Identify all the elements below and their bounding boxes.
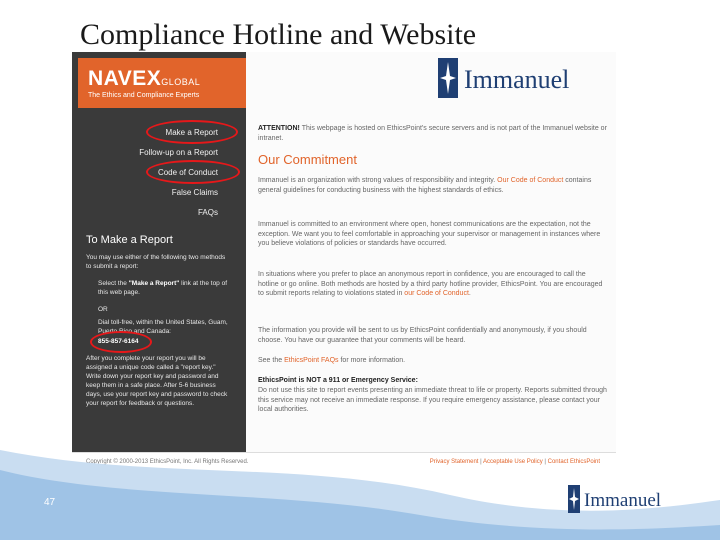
immanuel-logo-text-bottom: Immanuel	[584, 490, 661, 511]
commitment-heading: Our Commitment	[258, 152, 357, 167]
immanuel-logo-text-top: Immanuel	[464, 65, 569, 94]
nav-false-claims[interactable]: False Claims	[172, 188, 218, 197]
commitment-paragraph-1: Immanuel is an organization with strong …	[258, 177, 592, 194]
sidebar-or: OR	[98, 306, 108, 313]
our-code-of-conduct-link[interactable]: our Code of Conduct	[404, 290, 469, 297]
commitment-paragraph-4: The information you provide will be sent…	[258, 327, 587, 344]
sidebar-intro: You may use either of the following two …	[86, 254, 226, 270]
ethicspoint-faqs-link[interactable]: EthicsPoint FAQs	[284, 357, 338, 364]
highlight-circle-code-of-conduct	[146, 160, 240, 184]
navex-logo-suffix: GLOBAL	[161, 77, 201, 87]
nav-follow-up[interactable]: Follow-up on a Report	[139, 148, 218, 157]
navex-tagline: The Ethics and Compliance Experts	[88, 92, 200, 99]
sidebar-method-1: Select the "Make a Report" link at the t…	[98, 280, 228, 296]
emergency-title: EthicsPoint is NOT a 911 or Emergency Se…	[258, 377, 418, 384]
navex-logo-name: NAVEX	[88, 67, 162, 90]
nav-faqs[interactable]: FAQs	[198, 208, 218, 217]
sidebar-after-report: After you complete your report you will …	[86, 355, 228, 407]
sidebar: NAVEXGLOBAL The Ethics and Compliance Ex…	[72, 52, 246, 452]
highlight-circle-phone	[90, 331, 152, 353]
immanuel-logo-bottom: Immanuel	[568, 485, 661, 513]
commitment-paragraph-2: Immanuel is committed to an environment …	[258, 221, 601, 247]
attention-notice: ATTENTION! This webpage is hosted on Eth…	[258, 125, 607, 142]
code-of-conduct-link[interactable]: Our Code of Conduct	[497, 177, 563, 184]
commitment-paragraph-3: In situations where you prefer to place …	[258, 271, 603, 297]
page-number: 47	[44, 497, 56, 508]
slide-title: Compliance Hotline and Website	[80, 18, 477, 51]
highlight-circle-make-report	[146, 120, 238, 144]
commitment-paragraph-5: See the EthicsPoint FAQs for more inform…	[258, 357, 406, 364]
emergency-text: Do not use this site to report events pr…	[258, 387, 607, 413]
to-make-report-heading: To Make a Report	[86, 234, 173, 246]
website-screenshot: NAVEXGLOBAL The Ethics and Compliance Ex…	[72, 52, 616, 479]
navex-logo: NAVEXGLOBAL The Ethics and Compliance Ex…	[78, 58, 246, 108]
immanuel-logo-top: Immanuel	[438, 58, 569, 98]
